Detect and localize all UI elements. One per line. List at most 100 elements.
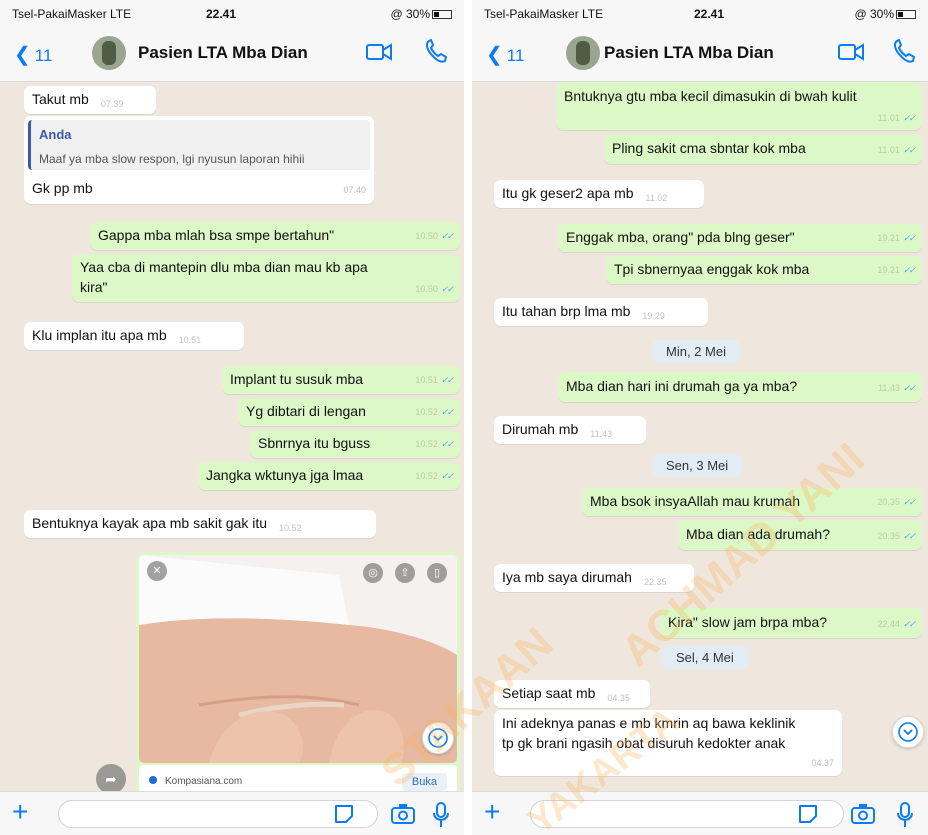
read-ticks-icon: ✓✓ bbox=[902, 497, 916, 507]
message-time: 10.52 ✓✓ bbox=[415, 407, 454, 417]
message-composer: + bbox=[0, 791, 464, 835]
scan-icon[interactable]: ◎ bbox=[363, 563, 383, 583]
message-time: 19.21 ✓✓ bbox=[877, 233, 916, 243]
avatar[interactable] bbox=[92, 36, 126, 70]
message-outgoing[interactable]: Mba bsok insyaAllah mau krumah 20.35 ✓✓ bbox=[582, 488, 922, 516]
message-input[interactable] bbox=[58, 800, 378, 828]
quoted-message[interactable]: Anda Maaf ya mba slow respon, lgi nyusun… bbox=[28, 120, 370, 170]
message-outgoing[interactable]: Yg dibtari di lengan 10.52 ✓✓ bbox=[238, 398, 460, 426]
video-call-icon[interactable] bbox=[366, 41, 392, 63]
battery-icon bbox=[896, 10, 916, 20]
message-incoming[interactable]: Itu gk geser2 apa mb 11.02 bbox=[494, 180, 704, 208]
sticker-icon[interactable] bbox=[796, 802, 820, 826]
phone-icon[interactable] bbox=[892, 39, 916, 65]
message-incoming[interactable]: Takut mb 07.39 bbox=[24, 86, 156, 114]
back-button[interactable]: ❮ 11 bbox=[14, 42, 52, 67]
message-incoming[interactable]: Iya mb saya dirumah 22.35 bbox=[494, 564, 694, 592]
camera-icon[interactable] bbox=[390, 802, 416, 826]
battery-percent: @ 30% bbox=[854, 7, 894, 21]
message-incoming[interactable]: Ini adeknya panas e mb kmrin aq bawa kek… bbox=[494, 710, 842, 776]
scroll-down-button[interactable] bbox=[422, 722, 454, 754]
message-time: 10.51 ✓✓ bbox=[415, 375, 454, 385]
shared-image[interactable]: ✕ ◎ ⇧ ▯ bbox=[139, 555, 457, 763]
message-list[interactable]: Takut mb 07.39 Anda Maaf ya mba slow resp… bbox=[0, 82, 464, 802]
message-time: 11.43 ✓✓ bbox=[878, 383, 916, 393]
message-outgoing[interactable]: Mba dian ada drumah? 20.35 ✓✓ bbox=[678, 520, 922, 550]
read-ticks-icon: ✓✓ bbox=[902, 383, 916, 393]
plus-icon[interactable]: + bbox=[12, 797, 28, 827]
message-incoming[interactable]: Itu tahan brp lma mb 19.29 bbox=[494, 298, 708, 326]
message-outgoing[interactable]: Yaa cba di mantepin dlu mba dian mau kb … bbox=[72, 254, 460, 302]
status-time: 22.41 bbox=[206, 7, 237, 21]
message-outgoing[interactable]: Sbnrnya itu bguss 10.52 ✓✓ bbox=[250, 430, 460, 458]
message-text: Itu tahan brp lma mb bbox=[502, 303, 631, 319]
microphone-icon[interactable] bbox=[896, 802, 914, 828]
message-outgoing[interactable]: Implant tu susuk mba 10.51 ✓✓ bbox=[222, 366, 460, 394]
message-text: Tpi sbnernyaa enggak kok mba bbox=[614, 261, 810, 277]
avatar[interactable] bbox=[566, 36, 600, 70]
message-time: 07.40 bbox=[343, 185, 366, 195]
read-ticks-icon: ✓✓ bbox=[440, 375, 454, 385]
chat-title[interactable]: Pasien LTA Mba Dian bbox=[604, 43, 774, 63]
message-outgoing[interactable]: Bntuknya gtu mba kecil dimasukin di bwah… bbox=[556, 82, 922, 130]
message-outgoing[interactable]: Gappa mba mlah bsa smpe bertahun" 10.50 ✓✓ bbox=[90, 222, 460, 250]
chat-title[interactable]: Pasien LTA Mba Dian bbox=[138, 43, 308, 63]
message-incoming[interactable]: Dirumah mb 11.43 bbox=[494, 416, 646, 444]
microphone-icon[interactable] bbox=[432, 802, 450, 828]
open-link-button[interactable]: Buka bbox=[401, 773, 447, 791]
forward-button[interactable]: ➦ bbox=[96, 764, 126, 794]
message-text: Klu implan itu apa mb bbox=[32, 327, 167, 343]
message-text: Dirumah mb bbox=[502, 421, 579, 437]
message-outgoing[interactable]: Mba dian hari ini drumah ga ya mba? 11.43… bbox=[558, 372, 922, 402]
message-time: 19.21 ✓✓ bbox=[877, 265, 916, 275]
message-text-line: Yaa cba di mantepin dlu mba dian mau kb … bbox=[80, 259, 368, 275]
message-text: Kira" slow jam brpa mba? bbox=[668, 614, 828, 630]
message-outgoing[interactable]: Kira" slow jam brpa mba? 22.44 ✓✓ bbox=[660, 608, 922, 638]
carrier-label: Tsel-PakaiMasker LTE bbox=[12, 7, 132, 21]
date-separator: Sel, 4 Mei bbox=[662, 646, 748, 669]
sticker-icon[interactable] bbox=[332, 802, 356, 826]
chevron-down-icon bbox=[428, 728, 448, 748]
message-text: Mba bsok insyaAllah mau krumah bbox=[590, 493, 801, 509]
message-text: Bentuknya kayak apa mb sakit gak itu bbox=[32, 515, 268, 531]
scroll-down-button[interactable] bbox=[892, 716, 924, 748]
phone-icon[interactable] bbox=[424, 39, 448, 65]
read-ticks-icon: ✓✓ bbox=[902, 531, 916, 541]
message-incoming[interactable]: Bentuknya kayak apa mb sakit gak itu 10.5… bbox=[24, 510, 376, 538]
message-text: Enggak mba, orang" pda blng geser" bbox=[566, 229, 795, 245]
message-list[interactable]: Bntuknya gtu mba kecil dimasukin di bwah… bbox=[472, 82, 928, 791]
link-source: Kompasiana.com bbox=[165, 776, 243, 787]
link-preview[interactable]: Kompasiana.com Buka bbox=[139, 765, 457, 793]
message-text-line: Ini adeknya panas e mb kmrin aq bawa kek… bbox=[502, 715, 796, 731]
message-time: 10.51 bbox=[178, 335, 202, 345]
image-link-message[interactable]: ✕ ◎ ⇧ ▯ Kompasiana.com Buka bbox=[136, 552, 460, 802]
screen-divider bbox=[464, 0, 472, 835]
message-time: 11.02 bbox=[645, 193, 668, 203]
message-text: Bntuknya gtu mba kecil dimasukin di bwah… bbox=[564, 88, 857, 104]
plus-icon[interactable]: + bbox=[484, 797, 500, 827]
close-icon[interactable]: ✕ bbox=[147, 561, 167, 581]
message-outgoing[interactable]: Pling sakit cma sbntar kok mba 11.01 ✓✓ bbox=[604, 134, 922, 164]
camera-icon[interactable] bbox=[850, 802, 876, 826]
message-time: 22.35 bbox=[643, 577, 667, 587]
message-incoming-reply[interactable]: Anda Maaf ya mba slow respon, lgi nyusun… bbox=[24, 116, 374, 204]
share-icon[interactable]: ⇧ bbox=[395, 563, 415, 583]
message-incoming[interactable]: Klu implan itu apa mb 10.51 bbox=[24, 322, 244, 350]
message-time: 04.37 bbox=[811, 758, 834, 768]
message-time: 10.52 ✓✓ bbox=[415, 439, 454, 449]
message-outgoing[interactable]: Tpi sbnernyaa enggak kok mba 19.21 ✓✓ bbox=[606, 256, 922, 284]
unread-count: 11 bbox=[506, 46, 525, 65]
video-call-icon[interactable] bbox=[838, 41, 864, 63]
site-favicon bbox=[149, 776, 157, 784]
message-time: 10.50 ✓✓ bbox=[415, 284, 454, 294]
message-incoming[interactable]: Setiap saat mb 04.35 bbox=[494, 680, 650, 708]
back-button[interactable]: ❮ 11 bbox=[486, 42, 524, 67]
message-text: Mba dian ada drumah? bbox=[686, 526, 830, 542]
read-ticks-icon: ✓✓ bbox=[440, 439, 454, 449]
message-outgoing[interactable]: Enggak mba, orang" pda blng geser" 19.21 ✓… bbox=[558, 224, 922, 252]
date-separator: Sen, 3 Mei bbox=[652, 454, 743, 477]
read-ticks-icon: ✓✓ bbox=[902, 145, 916, 155]
message-outgoing[interactable]: Jangka wktunya jga lmaa 10.52 ✓✓ bbox=[198, 462, 460, 490]
status-time: 22.41 bbox=[694, 7, 725, 21]
bookmark-icon[interactable]: ▯ bbox=[427, 563, 447, 583]
